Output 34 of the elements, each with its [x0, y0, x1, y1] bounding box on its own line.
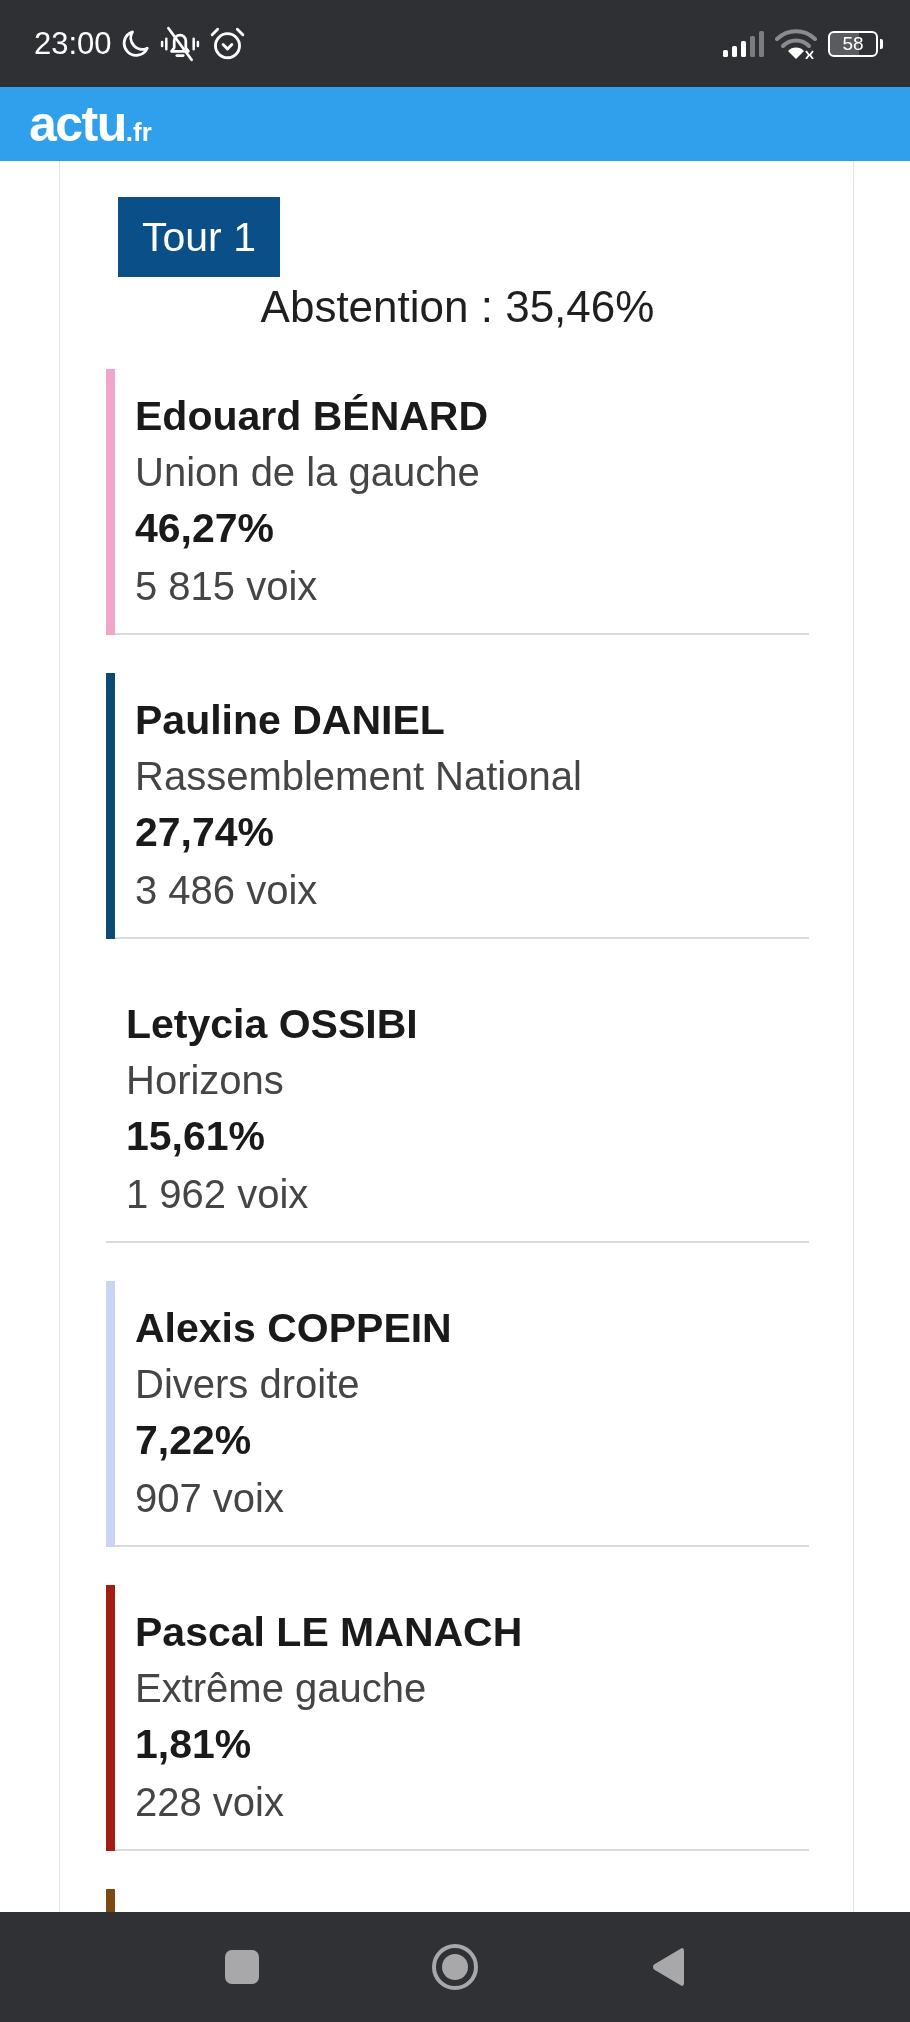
battery-percentage: 58 — [842, 33, 864, 54]
party-name: Rassemblement National — [135, 753, 582, 800]
logo-wordmark[interactable]: actu — [29, 98, 126, 150]
vote-percentage: 1,81% — [135, 1720, 252, 1769]
round-tab[interactable]: Tour 1 — [118, 197, 280, 277]
signal-icon — [723, 30, 764, 57]
circle-icon[interactable] — [432, 1944, 478, 1990]
back-icon[interactable] — [652, 1947, 684, 1987]
candidate-name: Pascal LE MANACH — [135, 1608, 523, 1657]
party-name: Divers droite — [135, 1361, 360, 1408]
party-name: Union de la gauche — [135, 449, 480, 496]
bell-slash-icon — [159, 24, 200, 63]
vote-count: 907 voix — [135, 1475, 284, 1522]
party-name: Horizons — [126, 1057, 284, 1104]
vote-count: 5 815 voix — [135, 563, 318, 610]
party-name: Extrême gauche — [135, 1665, 427, 1712]
candidate-name: Edouard BÉNARD — [135, 392, 489, 441]
abstention-rate: Abstention : 35,46% — [260, 283, 655, 331]
vote-percentage: 46,27% — [135, 504, 275, 553]
vote-percentage: 27,74% — [135, 808, 275, 857]
vote-percentage: 15,61% — [126, 1112, 266, 1161]
vote-count: 228 voix — [135, 1779, 284, 1826]
candidate-name: Alexis COPPEIN — [135, 1304, 452, 1353]
wifi-icon — [775, 28, 817, 59]
logo-domain[interactable]: .fr — [125, 117, 152, 147]
status-time: 23:00 — [34, 25, 112, 62]
alarm-clock-icon — [209, 26, 245, 61]
vote-percentage: 7,22% — [135, 1416, 252, 1465]
candidate-name: Pauline DANIEL — [135, 696, 445, 745]
square-icon[interactable] — [225, 1950, 259, 1984]
vote-count: 3 486 voix — [135, 867, 318, 914]
moon-icon — [121, 28, 150, 59]
candidate-name: Letycia OSSIBI — [126, 1000, 418, 1049]
vote-count: 1 962 voix — [126, 1171, 309, 1218]
